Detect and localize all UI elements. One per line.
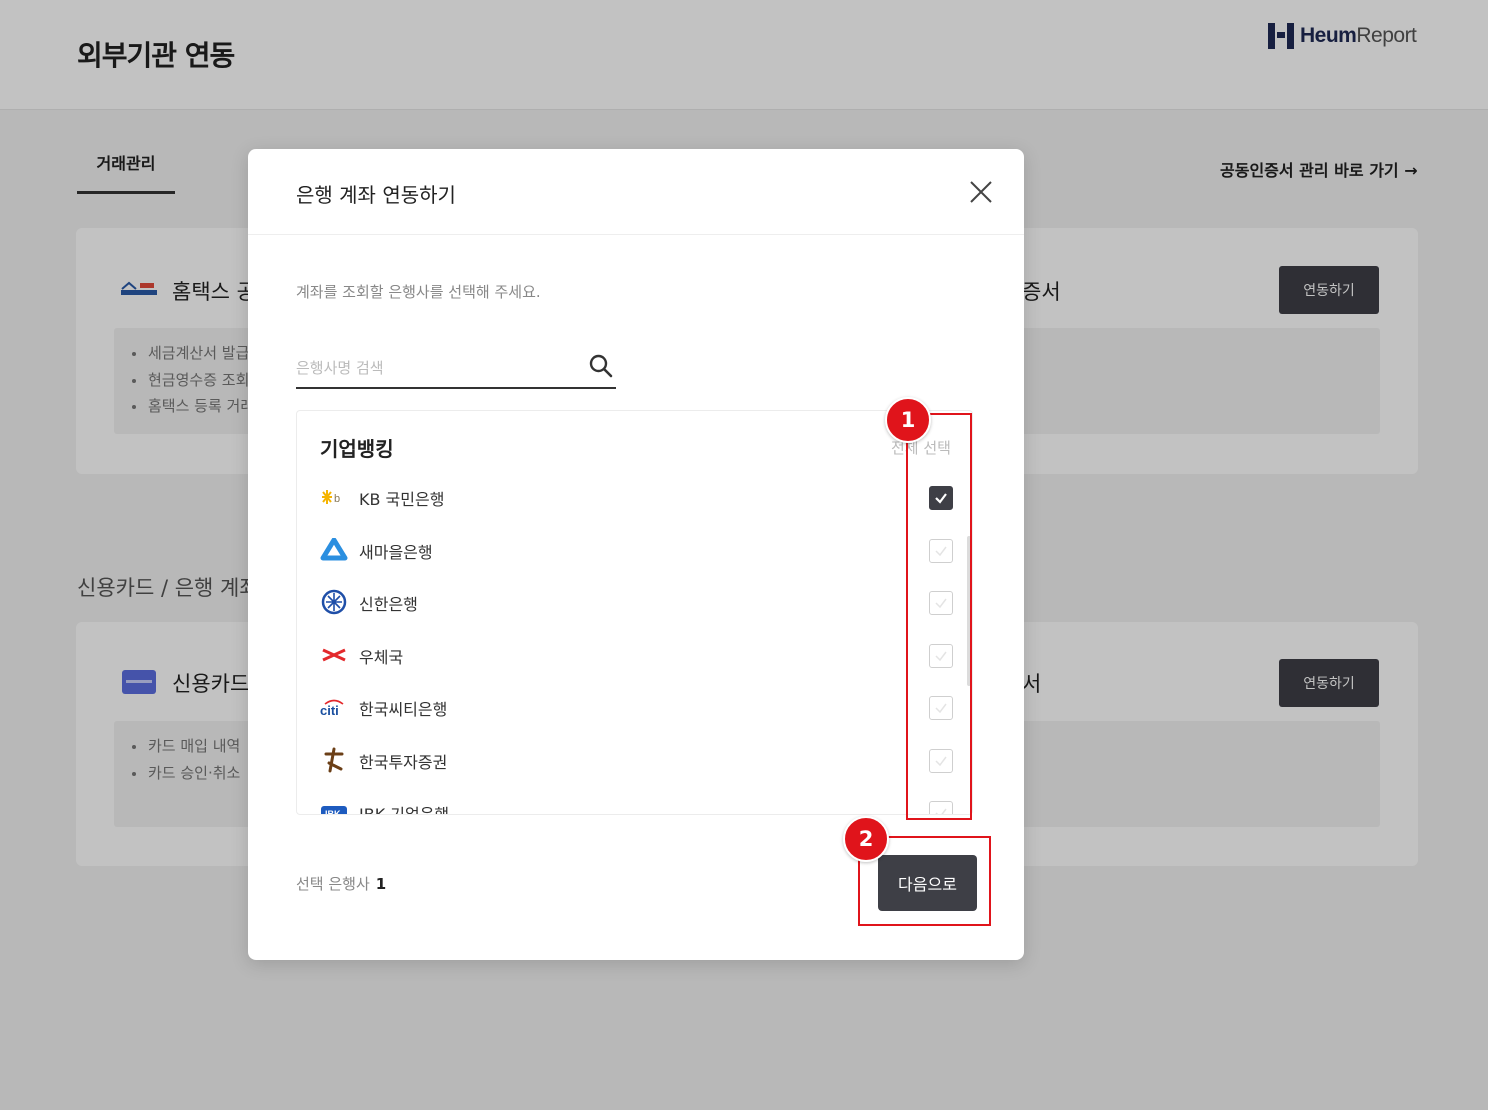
bank-search [296, 349, 616, 389]
bank-list-panel[interactable]: 기업뱅킹 전체 선택 b KB 국민은행 새마을은행 신한은행 우체국 citi… [296, 410, 973, 815]
shinhan-logo-icon [319, 589, 349, 615]
bank-row-citi[interactable]: citi 한국씨티은행 [297, 686, 957, 730]
modal-title: 은행 계좌 연동하기 [296, 183, 456, 207]
annotation-badge-1: 1 [885, 397, 931, 443]
svg-text:b: b [334, 493, 340, 505]
bank-row-shinhan[interactable]: 신한은행 [297, 581, 957, 625]
selected-bank-count: 선택 은행사 1 [296, 875, 387, 893]
bank-row-kb[interactable]: b KB 국민은행 [297, 476, 957, 520]
svg-text:IBK: IBK [325, 809, 341, 815]
korea-investment-logo-icon [319, 747, 349, 773]
post-logo-icon [319, 642, 349, 668]
bank-group-title: 기업뱅킹 [320, 437, 394, 461]
close-icon [970, 181, 992, 203]
bank-row-post[interactable]: 우체국 [297, 634, 957, 678]
search-icon[interactable] [588, 353, 614, 379]
modal-header: 은행 계좌 연동하기 [248, 149, 1024, 235]
bank-name: 우체국 [359, 648, 404, 667]
bank-name: 한국투자증권 [359, 753, 448, 772]
annotation-badge-2: 2 [843, 816, 889, 862]
bank-search-input[interactable] [296, 353, 576, 383]
bank-name: 새마을은행 [359, 543, 433, 562]
bank-name: KB 국민은행 [359, 490, 445, 509]
bank-row-ibk[interactable]: IBK IBK 기업은행 [297, 791, 957, 815]
close-button[interactable] [964, 175, 998, 209]
ibk-logo-icon: IBK [319, 799, 349, 815]
mg-logo-icon [319, 537, 349, 563]
annotation-box-1 [906, 413, 972, 820]
modal-instruction: 계좌를 조회할 은행사를 선택해 주세요. [296, 283, 541, 301]
bank-name: 한국씨티은행 [359, 700, 448, 719]
bank-row-mg[interactable]: 새마을은행 [297, 529, 957, 573]
svg-text:citi: citi [320, 703, 339, 717]
citi-logo-icon: citi [319, 694, 349, 720]
bank-name: 신한은행 [359, 595, 418, 614]
bank-name: IBK 기업은행 [359, 805, 450, 815]
kb-logo-icon: b [319, 484, 349, 510]
bank-row-korea-investment[interactable]: 한국투자증권 [297, 739, 957, 783]
